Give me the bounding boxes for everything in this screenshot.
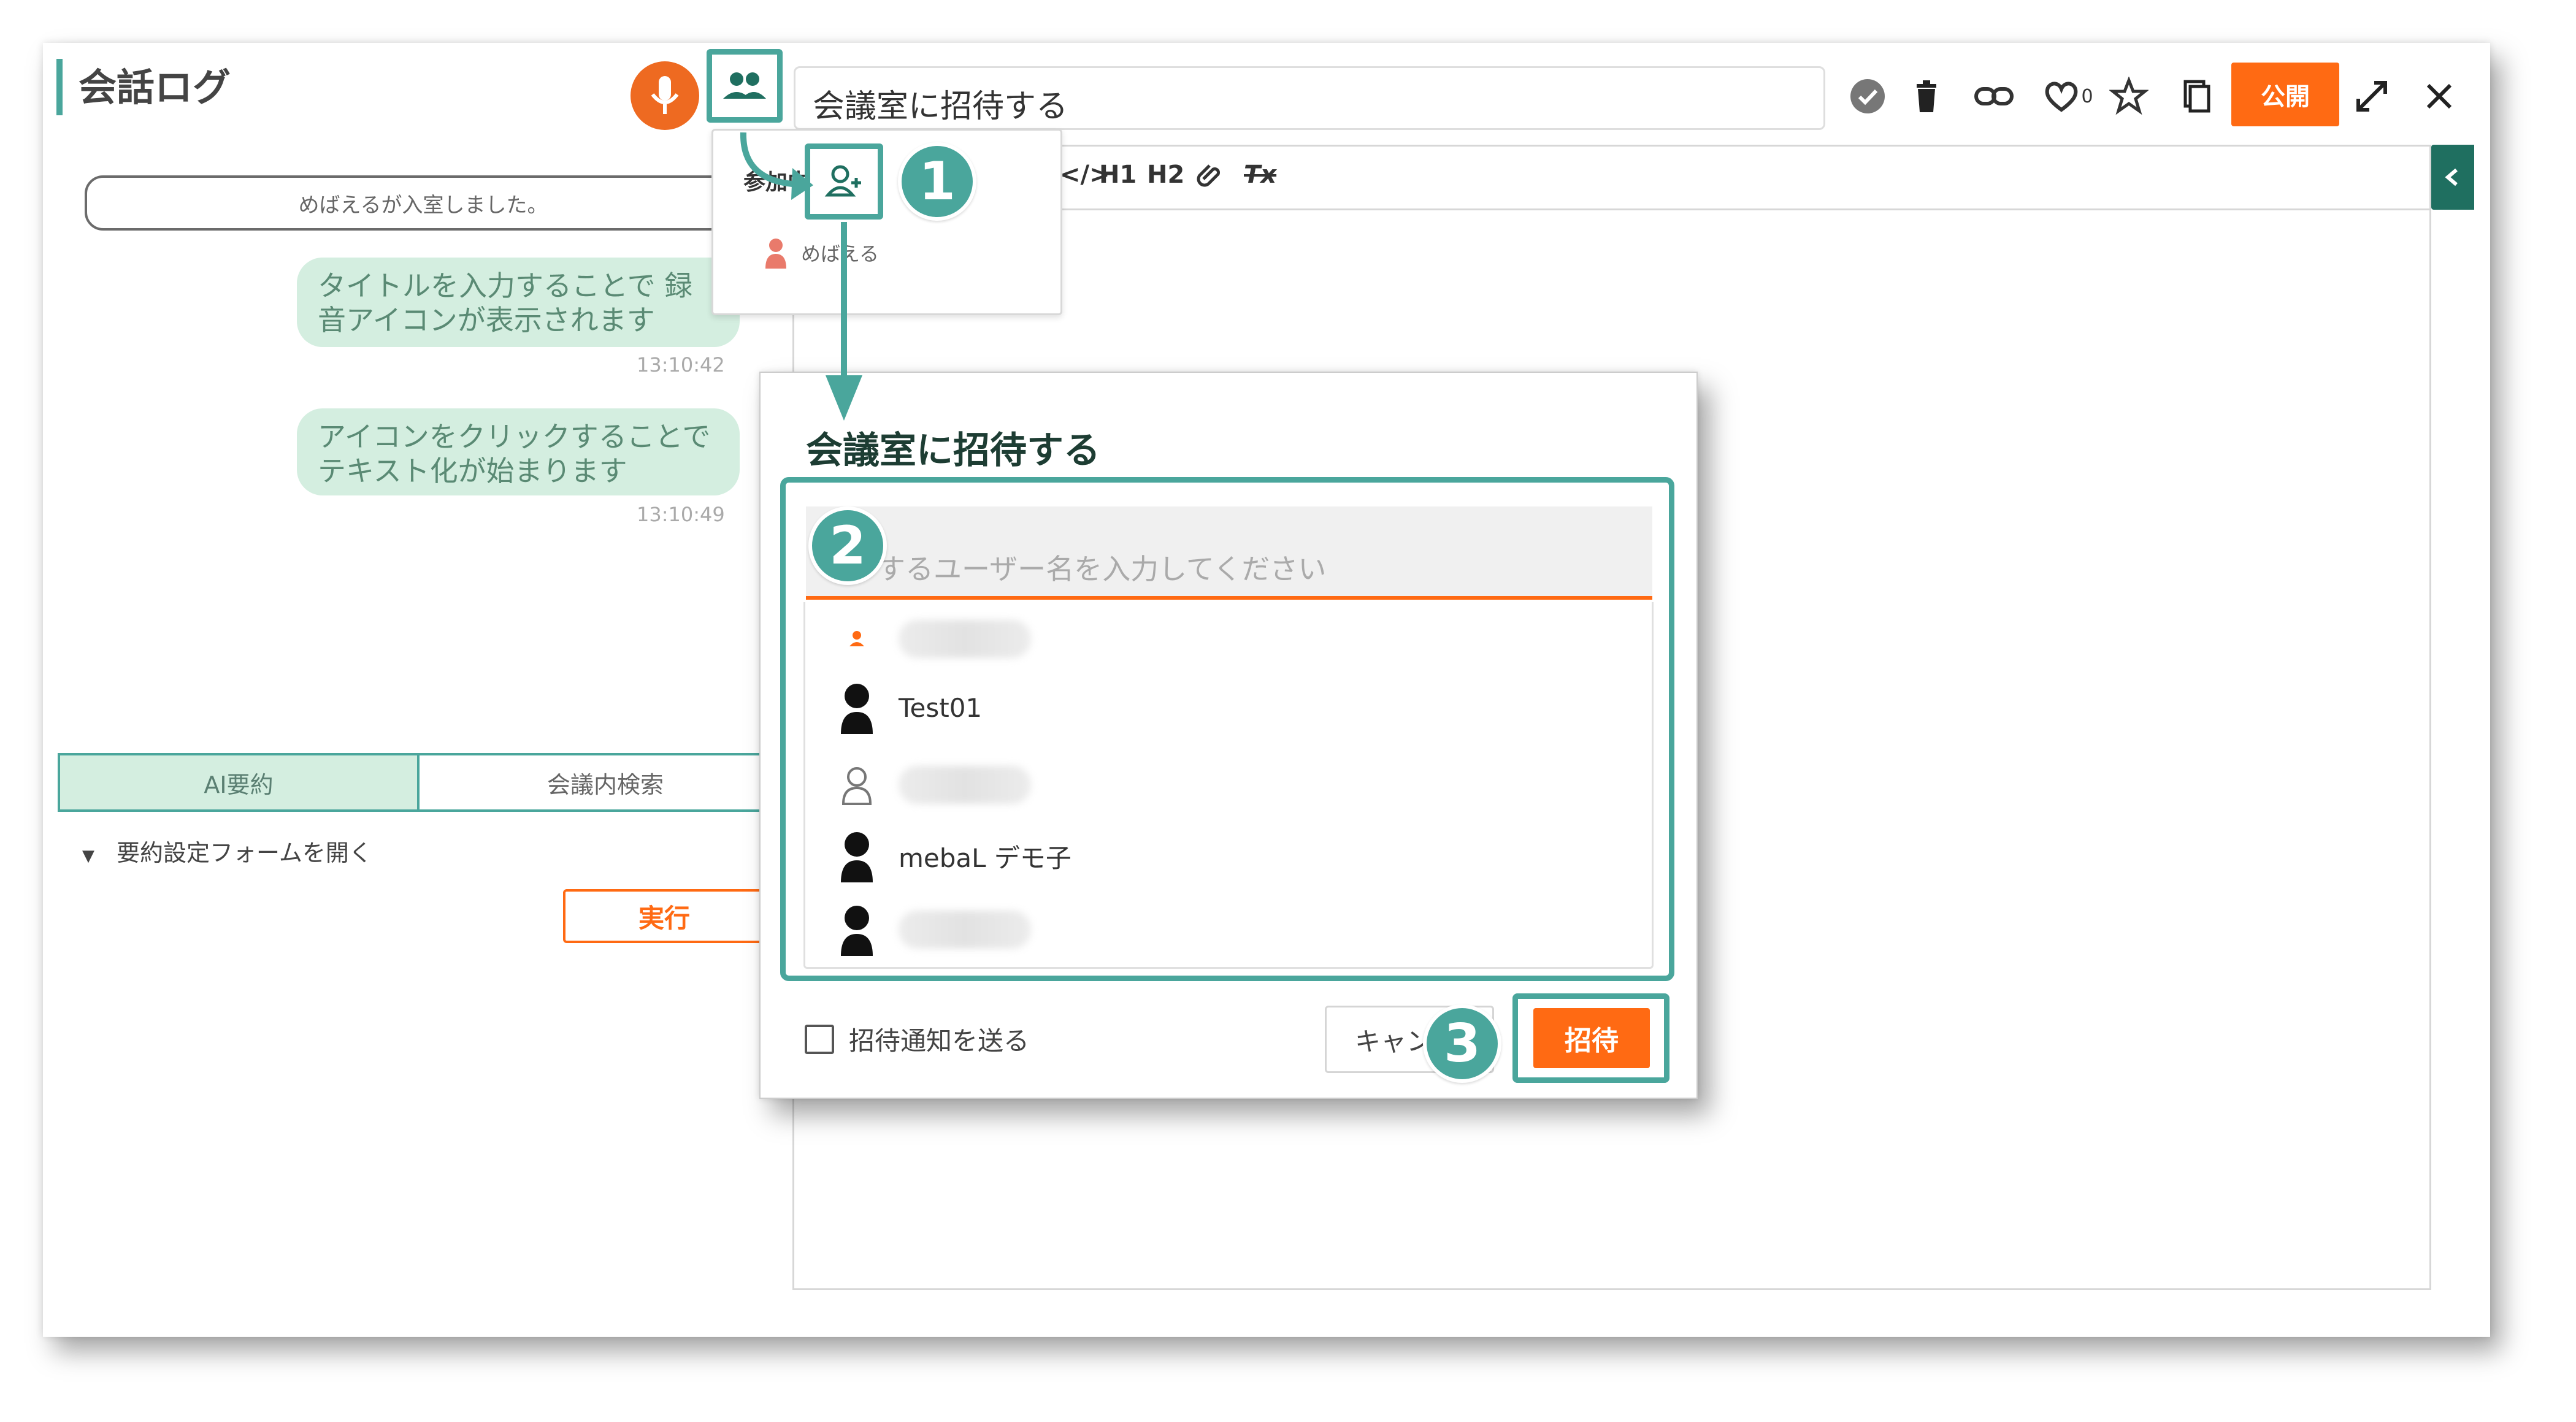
- chat-bubble: アイコンをクリックすることでテキスト化が始まります: [297, 408, 740, 495]
- orange-person-icon: [765, 239, 786, 269]
- summary-settings-toggle[interactable]: ▼ 要約設定フォームを開く: [82, 834, 372, 868]
- heart-icon: [2045, 82, 2078, 112]
- summary-tabs: AI要約 会議内検索: [58, 753, 794, 812]
- close-icon: [2426, 83, 2452, 109]
- notify-checkbox-row[interactable]: 招待通知を送る: [805, 1020, 1029, 1058]
- link-format-button[interactable]: [1196, 161, 1223, 190]
- message-timestamp: 13:10:49: [637, 503, 725, 526]
- notify-checkbox[interactable]: [805, 1024, 834, 1054]
- notify-label: 招待通知を送る: [849, 1026, 1030, 1056]
- add-user-icon: [824, 165, 861, 197]
- participant-item[interactable]: めばえる: [762, 235, 879, 270]
- invite-highlight-frame: [1512, 993, 1669, 1083]
- message-timestamp: 13:10:42: [637, 353, 725, 377]
- copy-button[interactable]: [2169, 69, 2224, 124]
- favorite-button[interactable]: [2101, 69, 2156, 124]
- h1-format-button[interactable]: H1: [1099, 161, 1137, 189]
- step-badge-1: 1: [898, 142, 976, 221]
- star-icon: [2109, 77, 2149, 115]
- copy-icon: [2183, 80, 2210, 113]
- summary-toggle-label: 要約設定フォームを開く: [117, 839, 372, 866]
- chat-bubble: タイトルを入力することで 録音アイコンが表示されます: [297, 258, 740, 347]
- step-badge-3: 3: [1423, 1004, 1501, 1083]
- link-button[interactable]: [1966, 69, 2022, 124]
- mic-icon: [651, 76, 679, 114]
- system-message: めばえるが入室しました。: [85, 175, 762, 231]
- participants-dropdown: [711, 129, 1062, 315]
- meeting-title-input[interactable]: 会議室に招待する: [794, 66, 1825, 130]
- expand-icon: [2356, 81, 2387, 112]
- expand-button[interactable]: [2344, 69, 2399, 124]
- dialog-title: 会議室に招待する: [806, 429, 1100, 472]
- close-button[interactable]: [2412, 69, 2467, 124]
- record-button[interactable]: [631, 61, 699, 130]
- h2-format-button[interactable]: H2: [1147, 161, 1184, 189]
- trash-icon: [1917, 80, 1936, 112]
- done-button[interactable]: [1840, 69, 1895, 124]
- paperclip-icon: [1197, 164, 1221, 187]
- publish-button[interactable]: 公開: [2231, 63, 2339, 126]
- search-highlight-frame: [780, 477, 1674, 981]
- tab-meeting-search[interactable]: 会議内検索: [417, 753, 794, 812]
- participant-name: めばえる: [801, 242, 880, 266]
- add-user-button[interactable]: [805, 143, 883, 220]
- run-summary-button[interactable]: 実行: [563, 889, 765, 943]
- like-button[interactable]: 0: [2034, 69, 2101, 124]
- delete-button[interactable]: [1899, 69, 1954, 124]
- tab-ai-summary[interactable]: AI要約: [58, 753, 420, 812]
- check-circle-icon: [1850, 79, 1885, 113]
- caret-down-icon: ▼: [82, 847, 94, 865]
- chevron-left-icon: [2445, 168, 2458, 186]
- participants-button[interactable]: [707, 49, 783, 123]
- like-count: 0: [2081, 85, 2093, 107]
- participants-label: 参加中: [743, 170, 810, 195]
- page-title: 会話ログ: [79, 65, 231, 110]
- title-accent-bar: [56, 59, 63, 115]
- collapse-panel-button[interactable]: [2431, 145, 2474, 210]
- clear-format-button[interactable]: Tx: [1244, 161, 1276, 189]
- link-icon: [1974, 87, 2014, 105]
- step-badge-2: 2: [808, 506, 887, 585]
- people-icon: [723, 72, 766, 99]
